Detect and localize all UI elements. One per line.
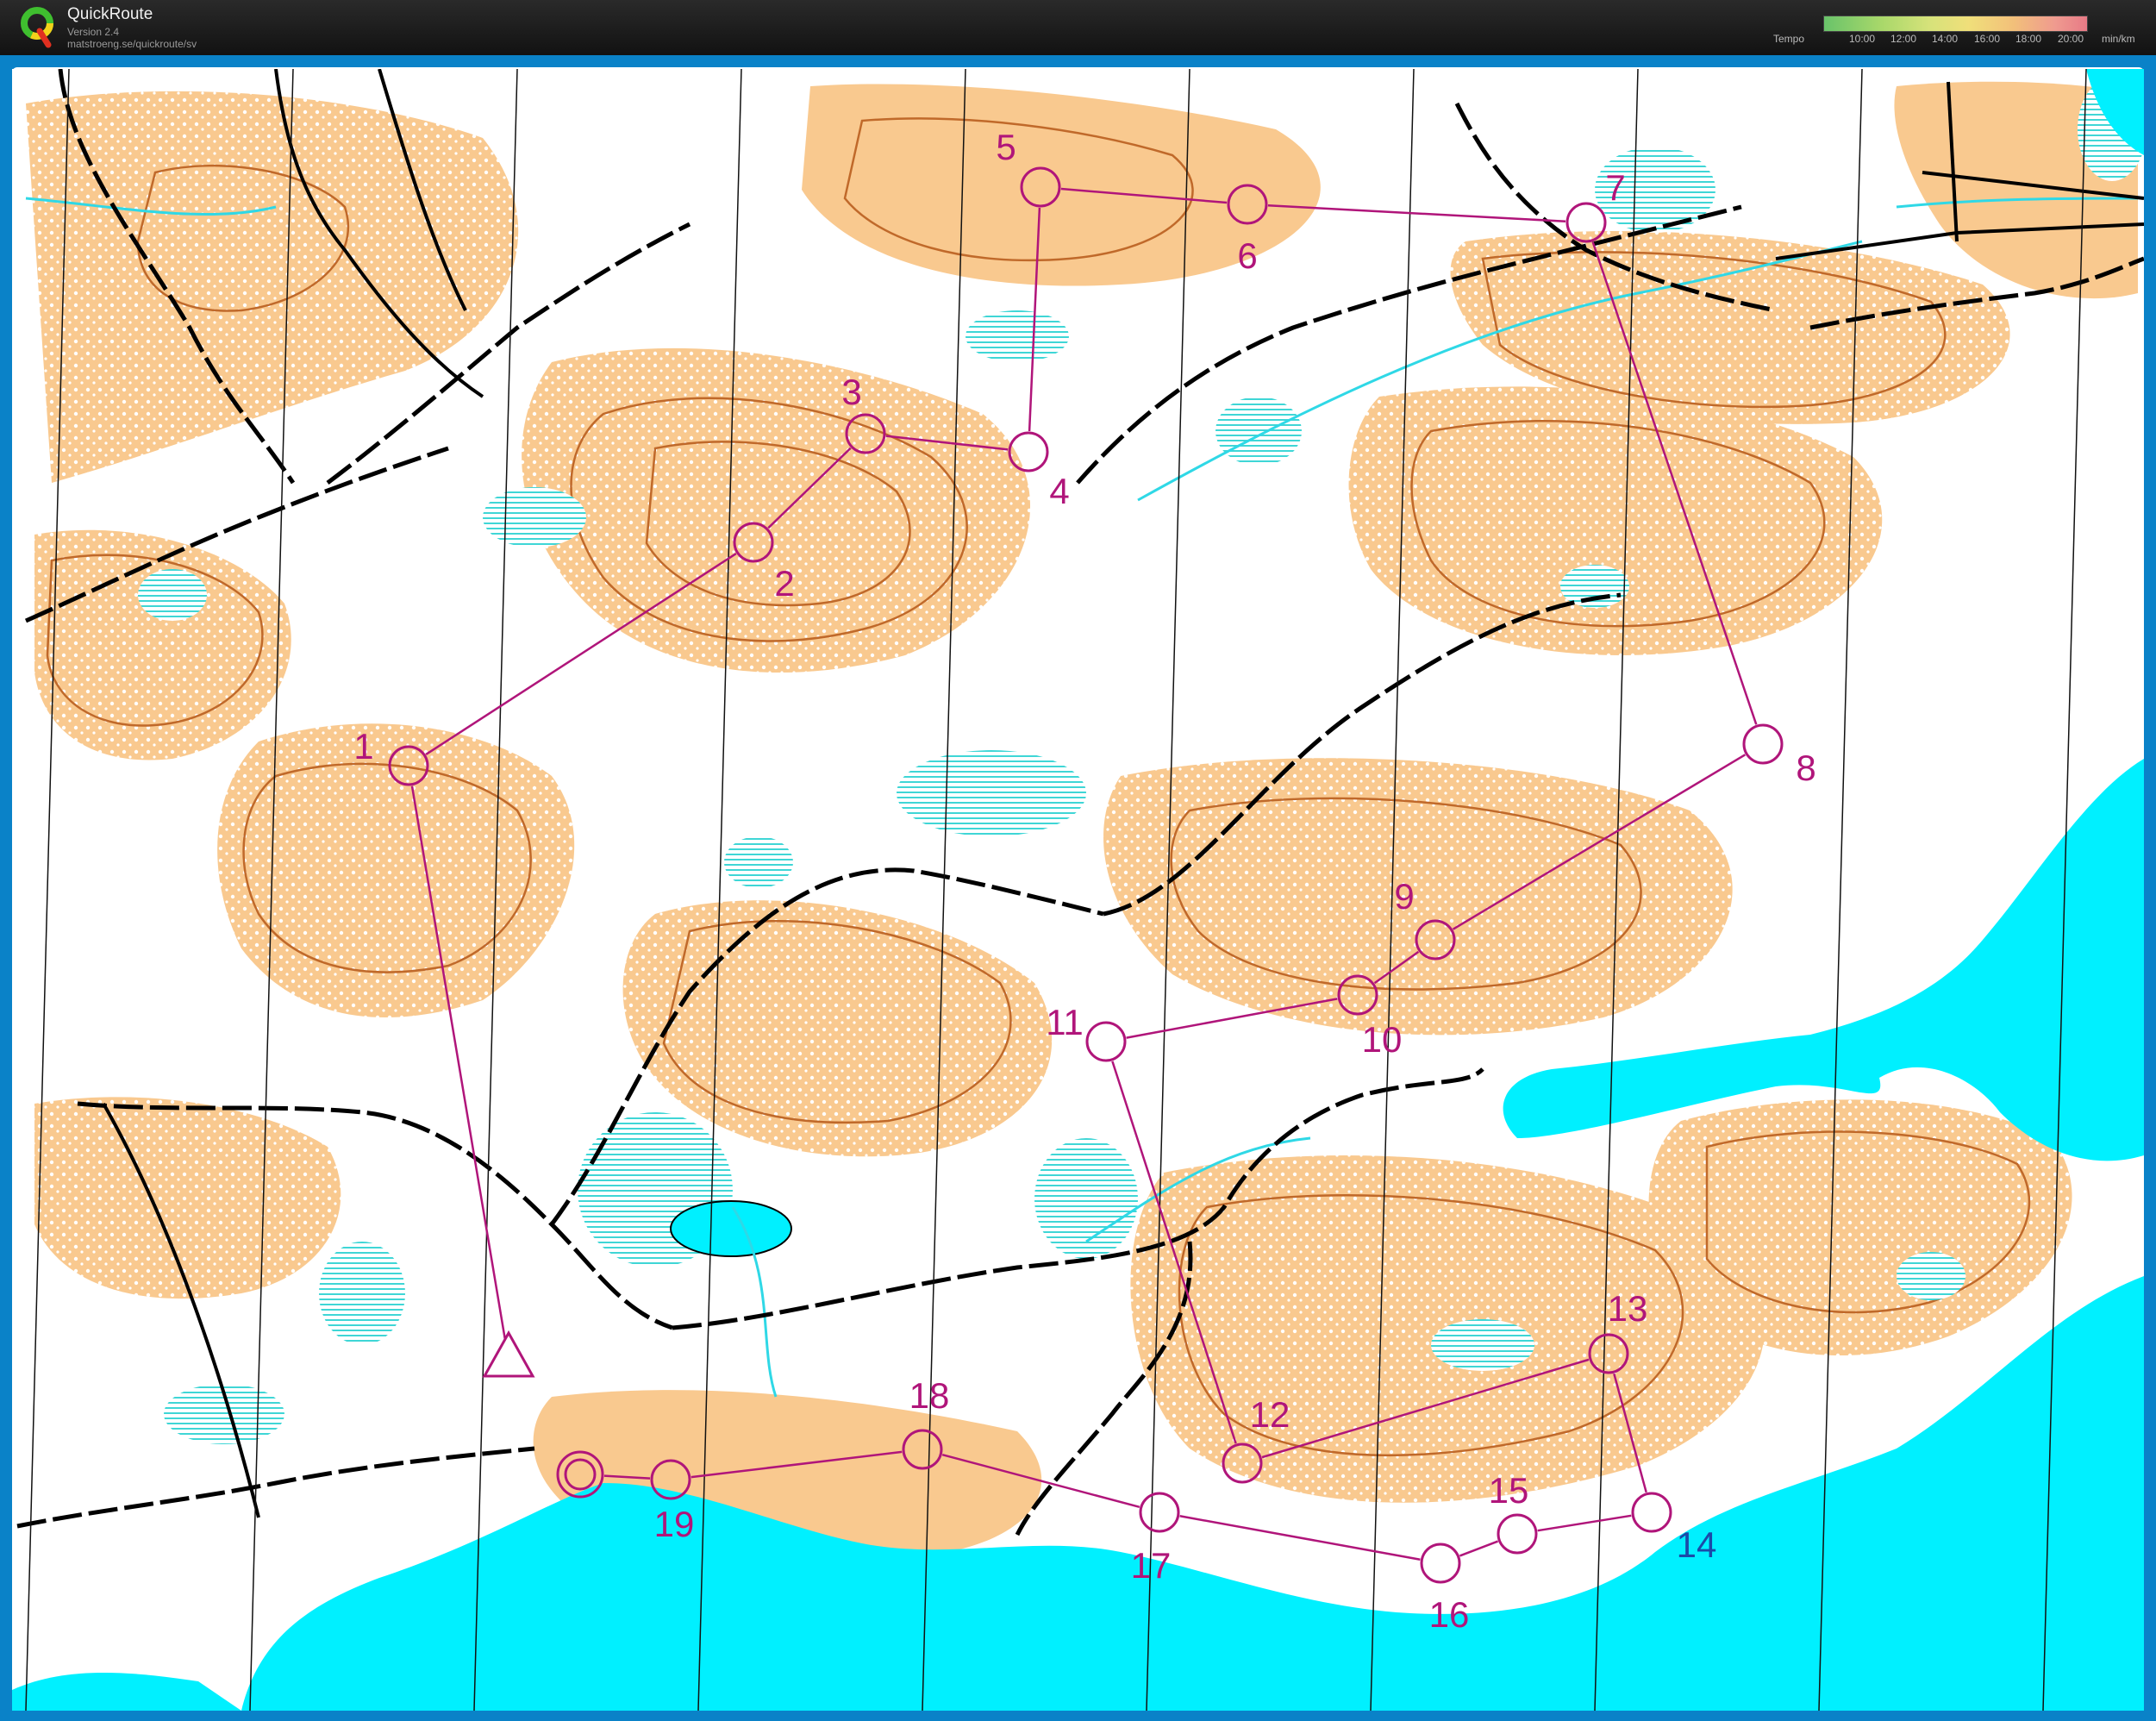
app-header: QuickRoute Version 2.4 matstroeng.se/qui…: [0, 0, 2156, 55]
control-number: 17: [1131, 1545, 1172, 1586]
quickroute-logo-icon: [21, 7, 53, 48]
control-number: 11: [1046, 1002, 1084, 1042]
tempo-label: Tempo: [1773, 33, 1805, 45]
control-number: 7: [1605, 167, 1625, 208]
tempo-tick: 12:00: [1890, 33, 1917, 45]
tempo-tick: 16:00: [1973, 33, 2001, 45]
tempo-color-scale: [1823, 16, 2088, 32]
app-url: matstroeng.se/quickroute/sv: [67, 38, 197, 50]
control-number: 14: [1677, 1524, 1717, 1565]
tempo-ticks: 10:00 12:00 14:00 16:00 18:00 20:00: [1823, 33, 2099, 47]
app-version: Version 2.4: [67, 26, 120, 38]
app-title: QuickRoute: [67, 5, 153, 23]
orienteering-map[interactable]: 12345678910111213141516171819: [12, 69, 2144, 1711]
control-number: 19: [654, 1504, 695, 1544]
control-number: 4: [1049, 471, 1069, 511]
control-number: 8: [1796, 748, 1815, 788]
control-number: 6: [1237, 235, 1257, 276]
tempo-tick: 20:00: [2057, 33, 2084, 45]
control-number: 13: [1608, 1288, 1648, 1329]
control-number: 2: [774, 563, 794, 604]
tempo-tick: 10:00: [1848, 33, 1876, 45]
tempo-tick: 14:00: [1931, 33, 1959, 45]
control-number: 16: [1429, 1594, 1470, 1635]
control-number: 18: [909, 1375, 950, 1416]
tempo-tick: 18:00: [2015, 33, 2042, 45]
control-number: 9: [1394, 876, 1414, 917]
control-number: 10: [1362, 1019, 1403, 1060]
control-number: 5: [996, 127, 1016, 167]
control-number: 1: [353, 726, 373, 767]
tempo-unit: min/km: [2102, 33, 2135, 45]
control-number: 12: [1250, 1394, 1290, 1435]
control-number: 15: [1489, 1470, 1529, 1511]
control-number: 3: [841, 372, 861, 412]
